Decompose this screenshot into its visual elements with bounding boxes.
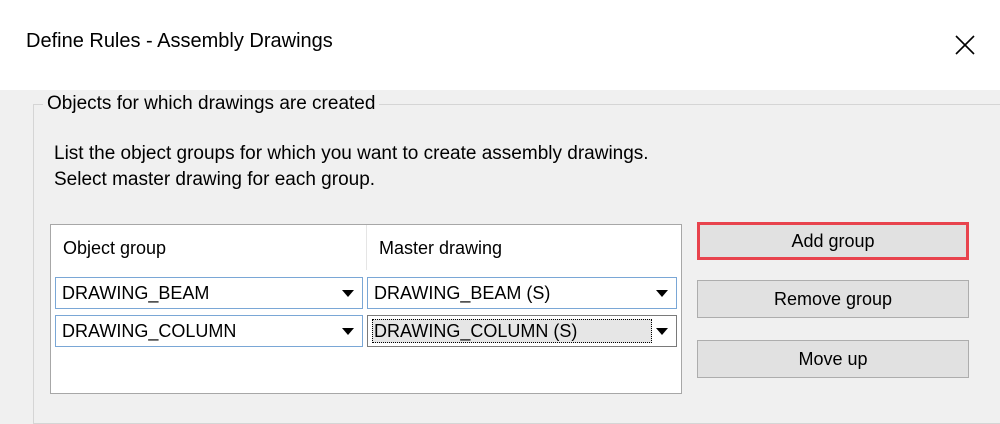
remove-group-button[interactable]: Remove group xyxy=(697,280,969,318)
dropdown-arrow-icon xyxy=(342,290,354,297)
add-group-button[interactable]: Add group xyxy=(697,222,969,260)
dialog-window: Define Rules - Assembly Drawings Objects… xyxy=(0,0,1000,424)
column-header-object-group[interactable]: Object group xyxy=(51,225,366,270)
master-drawing-value: DRAWING_BEAM (S) xyxy=(374,283,551,303)
object-group-value: DRAWING_BEAM xyxy=(62,283,210,303)
close-icon xyxy=(955,35,975,55)
groupbox-legend: Objects for which drawings are created xyxy=(43,93,380,115)
object-group-select-row-2[interactable]: DRAWING_COLUMN xyxy=(55,315,363,347)
master-drawing-select-row-1[interactable]: DRAWING_BEAM (S) xyxy=(367,277,677,309)
move-up-button[interactable]: Move up xyxy=(697,340,969,378)
master-drawing-value: DRAWING_COLUMN (S) xyxy=(374,321,578,341)
grid-header: Object group Master drawing xyxy=(51,225,681,270)
column-header-master-drawing[interactable]: Master drawing xyxy=(367,225,681,270)
master-drawing-select-row-2[interactable]: DRAWING_COLUMN (S) xyxy=(367,315,677,347)
description-line-2: Select master drawing for each group. xyxy=(54,169,376,190)
dropdown-arrow-icon xyxy=(656,290,668,297)
dropdown-arrow-icon xyxy=(342,328,354,335)
object-group-value: DRAWING_COLUMN xyxy=(62,321,237,341)
object-group-select-row-1[interactable]: DRAWING_BEAM xyxy=(55,277,363,309)
description-line-1: List the object groups for which you wan… xyxy=(54,143,649,164)
object-group-grid: Object group Master drawing DRAWING_BEAM… xyxy=(50,224,682,394)
title-bar: Define Rules - Assembly Drawings xyxy=(0,0,1000,90)
dialog-title: Define Rules - Assembly Drawings xyxy=(26,30,333,52)
dropdown-arrow-icon xyxy=(656,328,668,335)
close-button[interactable] xyxy=(930,0,1000,90)
